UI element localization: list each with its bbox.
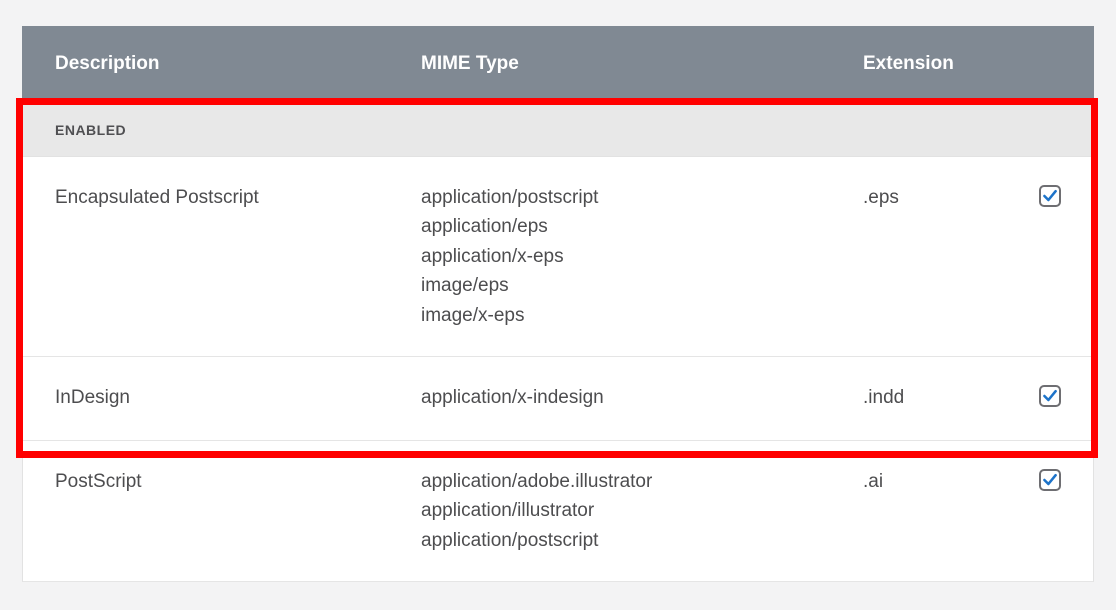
check-icon (1042, 472, 1058, 488)
mime-value: application/eps (421, 212, 863, 241)
mime-value: image/eps (421, 271, 863, 300)
mime-value: application/x-eps (421, 242, 863, 271)
header-mime-type: MIME Type (421, 53, 863, 75)
cell-description: PostScript (55, 467, 421, 555)
mime-value: application/illustrator (421, 496, 863, 525)
cell-mime-type: application/postscript application/eps a… (421, 183, 863, 330)
table-header-row: Description MIME Type Extension (22, 26, 1094, 102)
check-icon (1042, 388, 1058, 404)
mime-value: application/postscript (421, 183, 863, 212)
cell-mime-type: application/adobe.illustrator applicatio… (421, 467, 863, 555)
cell-mime-type: application/x-indesign (421, 383, 863, 413)
header-extension: Extension (863, 53, 1061, 75)
mime-value: application/adobe.illustrator (421, 467, 863, 496)
table-row: InDesign application/x-indesign .indd (22, 357, 1094, 440)
enabled-checkbox[interactable] (1039, 385, 1061, 407)
mime-value: image/x-eps (421, 301, 863, 330)
mime-value: application/x-indesign (421, 383, 863, 412)
cell-extension: .eps (863, 183, 1021, 330)
cell-description: InDesign (55, 383, 421, 413)
header-description: Description (55, 53, 421, 75)
cell-description: Encapsulated Postscript (55, 183, 421, 330)
table-row: Encapsulated Postscript application/post… (22, 157, 1094, 357)
check-icon (1042, 188, 1058, 204)
cell-extension: .indd (863, 383, 1021, 413)
section-header-enabled: ENABLED (22, 102, 1094, 157)
mime-value: application/postscript (421, 526, 863, 555)
table-row: PostScript application/adobe.illustrator… (22, 441, 1094, 582)
cell-extension: .ai (863, 467, 1021, 555)
enabled-checkbox[interactable] (1039, 469, 1061, 491)
enabled-checkbox[interactable] (1039, 185, 1061, 207)
